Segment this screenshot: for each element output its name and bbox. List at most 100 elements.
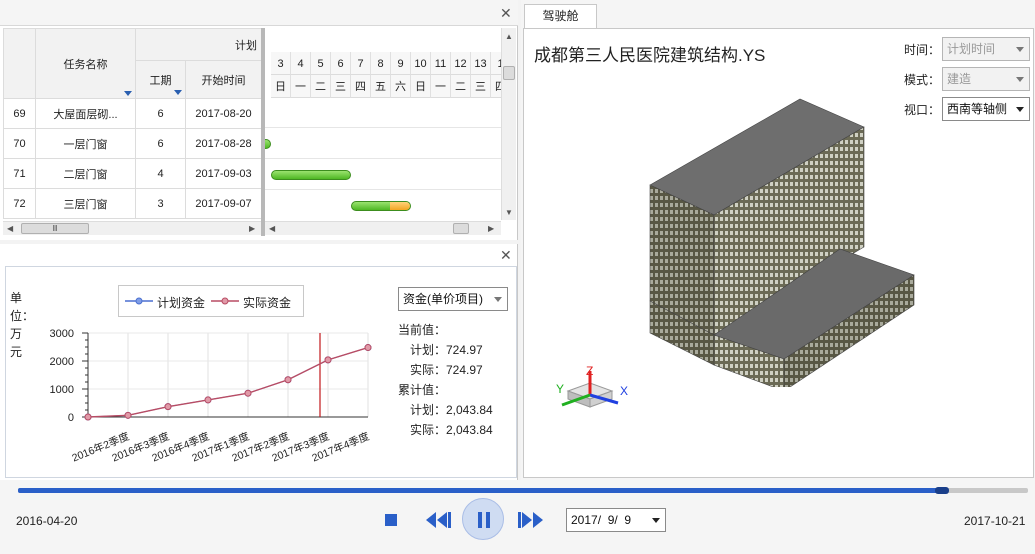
3d-viewport[interactable]: 成都第三人民医院建筑结构.YS 时间： 计划时间 模式： 建造 视口： 西南等轴… [523,28,1034,478]
funds-type-dropdown[interactable]: 资金(单价项目) [398,287,508,311]
timeline-row [265,98,501,128]
chart-legend: 计划资金 实际资金 [118,285,304,317]
chevron-down-icon [1016,77,1024,82]
scroll-right-icon[interactable]: ▶ [249,224,255,233]
axis-y-label: Y [556,382,564,396]
sort-arrow-icon[interactable] [124,91,132,96]
timeline-weekday: 二 [451,75,471,98]
data-point [284,376,292,384]
date-picker[interactable]: 2017/ 9/ 9 [566,508,666,532]
legend-plan-icon [125,297,153,305]
col-start[interactable]: 开始时间 [185,60,262,99]
timeline-weekday: 六 [391,75,411,98]
timeline-weekday: 四 [491,75,501,98]
chevron-down-icon [494,297,502,302]
timeline-weekday: 五 [371,75,391,98]
timeline-row [265,191,501,220]
time-label: 时间： [904,43,941,57]
timeline-weekday: 一 [291,75,311,98]
tab-cockpit[interactable]: 驾驶舱 [524,4,597,28]
timeline-day: 13 [471,52,491,75]
table-horizontal-scrollbar[interactable]: ◀ Ⅲ ▶ [3,221,261,235]
timeline-weekday: 二 [311,75,331,98]
timeline-weekday: 四 [351,75,371,98]
scroll-thumb[interactable] [503,66,515,80]
mode-dropdown[interactable]: 建造 [942,67,1030,91]
data-point [84,413,92,421]
col-duration[interactable]: 工期 [135,60,186,99]
axis-z-label: Z [586,365,593,378]
data-point [364,344,372,352]
mode-label: 模式： [904,73,941,87]
timeline-weekday: 三 [331,75,351,98]
scroll-up-icon[interactable]: ▲ [505,32,513,41]
legend-actual-label: 实际资金 [243,296,292,310]
timeline-slider[interactable] [18,487,1028,494]
table-row[interactable]: 70 一层门窗 6 2017-08-28 [3,128,262,159]
gantt-vertical-scrollbar[interactable]: ▲ ▼ [501,28,516,220]
col-task-name[interactable]: 任务名称 [35,28,136,99]
timeline-weekday: 日 [411,75,431,98]
table-row[interactable]: 71 二层门窗 4 2017-09-03 [3,158,262,189]
view-dropdown[interactable]: 西南等轴侧 [942,97,1030,121]
data-point [324,356,332,364]
model-title: 成都第三人民医院建筑结构.YS [534,46,766,65]
app-root: ✕ 任务名称 计划 工期 开始时间 69 大屋面层砌... 6 2017-08-… [0,0,1035,554]
timeline-horizontal-scrollbar[interactable]: ◀ ▶ [265,221,501,235]
col-group-plan: 计划 [135,28,262,61]
timeline-day: 12 [451,52,471,75]
scroll-thumb[interactable]: Ⅲ [21,223,89,234]
scroll-right-icon[interactable]: ▶ [488,224,494,233]
timeline-row [265,129,501,159]
gantt-bar[interactable] [265,139,271,149]
y-tick-label: 1000 [50,384,74,396]
timeline-day: 6 [331,52,351,75]
chevron-down-icon [1016,107,1024,112]
scroll-down-icon[interactable]: ▼ [505,208,513,217]
building-model [649,98,915,387]
axis-x-label: X [620,384,628,398]
legend-actual-icon [211,297,239,305]
cockpit-panel: 驾驶舱 成都第三人民医院建筑结构.YS 时间： 计划时间 模式： 建造 视口： … [521,0,1035,480]
task-table: 任务名称 计划 工期 开始时间 69 大屋面层砌... 6 2017-08-20… [3,28,262,219]
scroll-left-icon[interactable]: ◀ [7,224,13,233]
funds-panel: ✕ 单位：万元 计划资金 实际资金 3000 2000 1000 0 2016年2季度 2… [0,244,518,480]
close-icon[interactable]: ✕ [500,6,512,20]
playback-bar: 2016-04-20 2017-10-21 2017/ 9/ 9 [0,480,1035,554]
timeline-day: 4 [291,52,311,75]
timeline-row [265,160,501,190]
timeline-day: 11 [431,52,451,75]
close-icon[interactable]: ✕ [500,248,512,262]
timeline-day: 9 [391,52,411,75]
time-dropdown[interactable]: 计划时间 [942,37,1030,61]
pause-button[interactable] [462,498,504,540]
timeline-thumb[interactable] [935,487,950,494]
timeline-day: 3 [271,52,291,75]
y-tick-label: 0 [68,412,74,424]
chevron-down-icon [1016,47,1024,52]
gantt-bar[interactable] [271,170,351,180]
y-tick-label: 2000 [50,356,74,368]
table-row[interactable]: 72 三层门窗 3 2017-09-07 [3,188,262,219]
data-point [204,396,212,404]
rewind-button[interactable] [426,512,452,528]
data-point [124,411,132,419]
scroll-thumb[interactable] [453,223,469,234]
stop-button[interactable] [385,514,397,526]
sort-arrow-icon[interactable] [174,90,182,95]
gantt-bar-remaining [390,202,410,210]
timeline-day: 10 [411,52,431,75]
timeline-progress [18,488,943,493]
gantt-bar[interactable] [351,201,411,211]
table-row[interactable]: 69 大屋面层砌... 6 2017-08-20 [3,98,262,129]
gantt-timeline: 3 日 4 一 5 二 6 三 7 四 8 五 9 六 10 日 11 一 12 二 13 三 1 四 [265,28,501,220]
gantt-titlebar [0,0,518,26]
chevron-down-icon [652,518,660,523]
funds-chart-area: 单位：万元 计划资金 实际资金 3000 2000 1000 0 2016年2季度 201… [5,266,517,478]
funds-summary: 当前值： 计划：724.97 实际：724.97 累计值： 计划：2,043.8… [398,323,493,437]
fast-forward-button[interactable] [518,512,544,528]
scroll-left-icon[interactable]: ◀ [269,224,275,233]
axis-gizmo-icon: Z X Y [556,365,628,408]
timeline-day: 1 [491,52,501,75]
timeline-weekday: 一 [431,75,451,98]
